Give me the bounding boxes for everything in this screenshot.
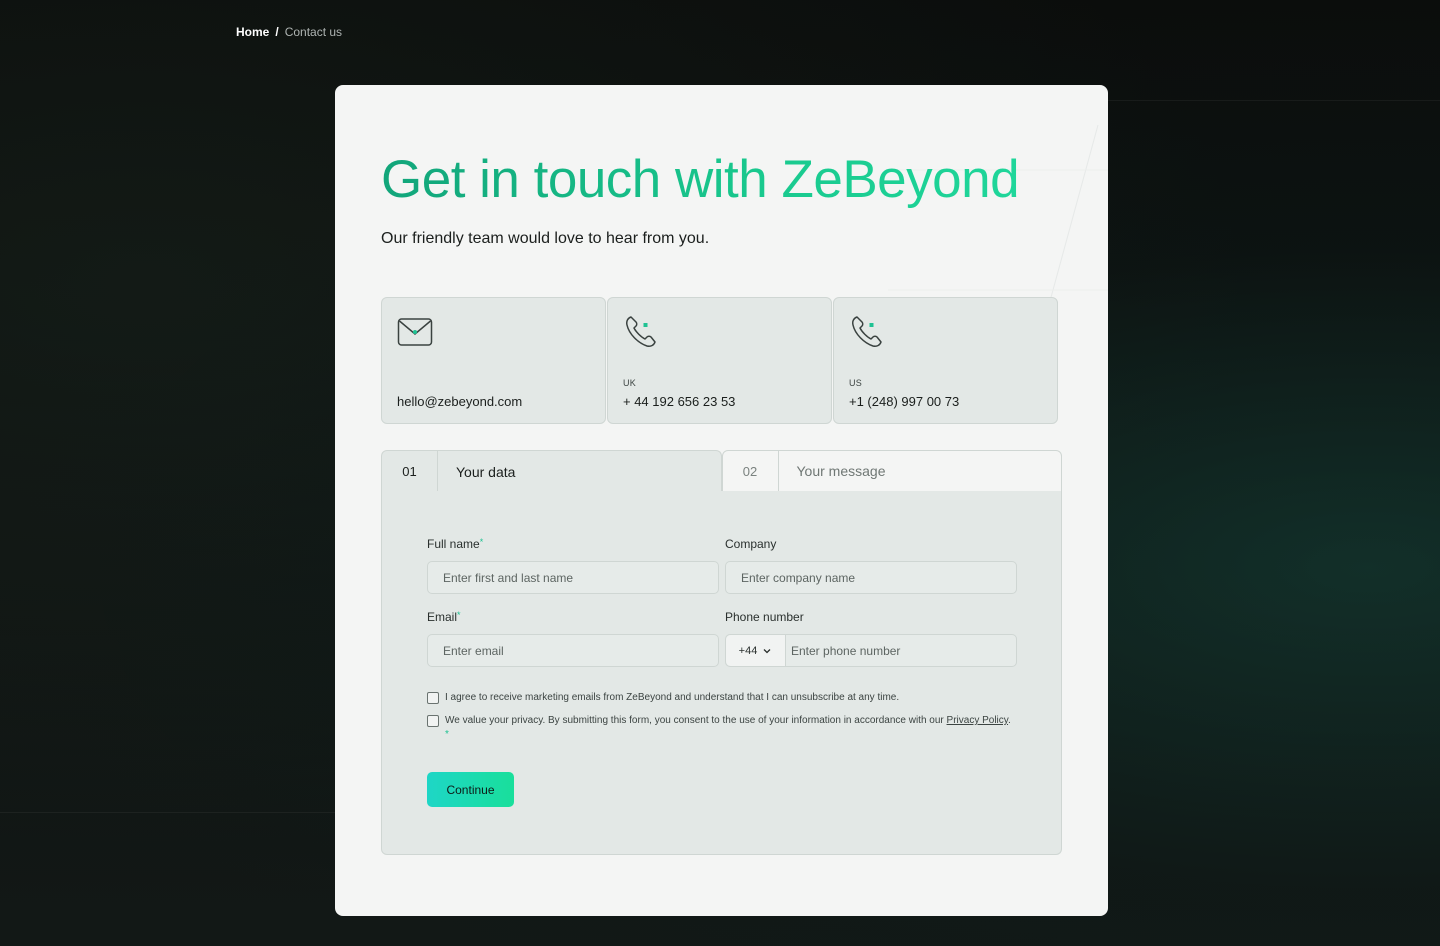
background-line — [1108, 100, 1440, 101]
phone-label: Phone number — [725, 610, 804, 624]
privacy-policy-link[interactable]: Privacy Policy — [947, 715, 1009, 726]
contact-card-phone-us[interactable]: US +1 (248) 997 00 73 — [833, 297, 1058, 424]
contact-card-email[interactable]: hello@zebeyond.com — [381, 297, 606, 424]
privacy-consent: We value your privacy. By submitting thi… — [427, 714, 1017, 742]
form-steps: 01 Your data 02 Your message — [381, 450, 1062, 492]
full-name-label-text: Full name — [427, 537, 480, 551]
email-label-text: Email — [427, 610, 458, 624]
tab-your-message[interactable]: 02 Your message — [721, 450, 1062, 492]
full-name-label: Full name* — [427, 537, 483, 551]
envelope-icon — [397, 318, 433, 346]
contact-region-us: US — [849, 378, 863, 388]
breadcrumb-home-link[interactable]: Home — [236, 25, 269, 39]
step-label: Your data — [456, 463, 516, 480]
phone-input[interactable] — [786, 635, 1016, 666]
phone-icon — [626, 316, 656, 347]
continue-button[interactable]: Continue — [427, 772, 514, 807]
marketing-consent-checkbox[interactable] — [427, 692, 439, 704]
contact-form: Full name* Company Email* Phone number +… — [381, 491, 1062, 855]
chevron-down-icon — [763, 648, 771, 653]
company-label: Company — [725, 537, 777, 551]
contact-card-phone-uk[interactable]: UK + 44 192 656 23 53 — [607, 297, 832, 424]
breadcrumb-current: Contact us — [284, 25, 343, 39]
email-label: Email* — [427, 610, 461, 624]
breadcrumb-separator: / — [275, 25, 279, 39]
step-number: 02 — [723, 451, 779, 491]
contact-phone-us[interactable]: +1 (248) 997 00 73 — [849, 394, 959, 409]
marketing-consent: I agree to receive marketing emails from… — [427, 691, 1017, 705]
required-marker: * — [445, 729, 449, 740]
contact-card: Get in touch with ZeBeyond Our friendly … — [335, 85, 1108, 916]
contact-phone-uk[interactable]: + 44 192 656 23 53 — [623, 394, 735, 409]
background-line — [0, 812, 335, 813]
page-subtitle: Our friendly team would love to hear fro… — [381, 230, 710, 247]
contact-region-uk: UK — [623, 378, 637, 388]
full-name-input[interactable] — [427, 561, 719, 594]
page-title: Get in touch with ZeBeyond — [381, 150, 1020, 209]
step-number: 01 — [382, 451, 438, 492]
required-marker: * — [457, 610, 461, 620]
country-code-select[interactable]: +44 — [726, 635, 786, 666]
privacy-consent-text-wrap: We value your privacy. By submitting thi… — [445, 714, 1017, 742]
privacy-consent-checkbox[interactable] — [427, 715, 439, 727]
phone-field: +44 — [725, 634, 1017, 667]
phone-icon — [852, 316, 882, 347]
email-input[interactable] — [427, 634, 719, 667]
country-code-value: +44 — [738, 644, 758, 657]
contact-email[interactable]: hello@zebeyond.com — [397, 394, 522, 409]
privacy-consent-text: We value your privacy. By submitting thi… — [445, 715, 944, 726]
privacy-suffix: . — [1008, 715, 1011, 726]
contact-methods: hello@zebeyond.com UK + 44 192 656 23 53… — [381, 297, 1058, 424]
breadcrumb: Home / Contact us — [236, 25, 342, 39]
tab-your-data[interactable]: 01 Your data — [381, 450, 722, 492]
step-label: Your message — [796, 463, 886, 479]
company-input[interactable] — [725, 561, 1017, 594]
marketing-consent-text: I agree to receive marketing emails from… — [445, 692, 900, 703]
required-marker: * — [479, 537, 484, 547]
